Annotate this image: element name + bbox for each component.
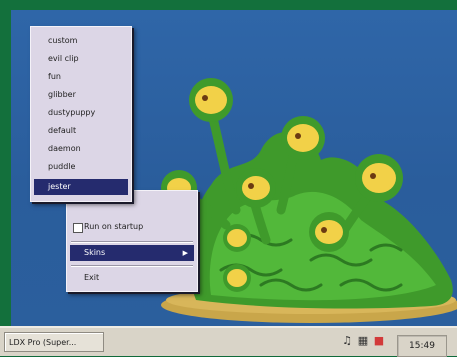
skin-item[interactable]: glibber — [34, 87, 128, 103]
skin-item[interactable]: custom — [34, 33, 128, 49]
skin-item[interactable]: evil clip — [34, 51, 128, 67]
skins-submenu: custom evil clip fun glibber dustypuppy … — [30, 26, 132, 202]
menu-item-run-on-startup[interactable]: Run on startup — [70, 219, 194, 235]
checkbox-icon[interactable] — [73, 223, 83, 233]
app-tray-icon[interactable]: ■ — [373, 334, 385, 348]
skin-item[interactable]: dustypuppy — [34, 105, 128, 121]
menu-item-skins[interactable]: Skins ▶ — [70, 245, 194, 261]
taskbar-window-button[interactable]: LDX Pro (Super... — [4, 332, 104, 352]
menu-separator — [71, 241, 193, 243]
submenu-arrow-icon: ▶ — [182, 249, 188, 257]
skin-item[interactable]: fun — [34, 69, 128, 85]
skin-item[interactable]: default — [34, 123, 128, 139]
speaker-icon[interactable]: ♫ — [341, 334, 353, 348]
skin-item[interactable]: puddle — [34, 159, 128, 175]
network-icon[interactable]: ▦ — [357, 334, 369, 348]
menu-item-exit[interactable]: Exit — [70, 270, 194, 286]
system-tray: ♫ ▦ ■ 15:49 — [333, 331, 453, 357]
menu-separator — [71, 265, 193, 267]
skin-item-selected[interactable]: jester — [34, 179, 128, 195]
taskbar: LDX Pro (Super... ♫ ▦ ■ 15:49 — [0, 326, 457, 357]
skin-item[interactable]: daemon — [34, 141, 128, 157]
tray-context-menu: Run on startup Skins ▶ Exit — [66, 190, 198, 292]
clock[interactable]: 15:49 — [397, 335, 447, 357]
